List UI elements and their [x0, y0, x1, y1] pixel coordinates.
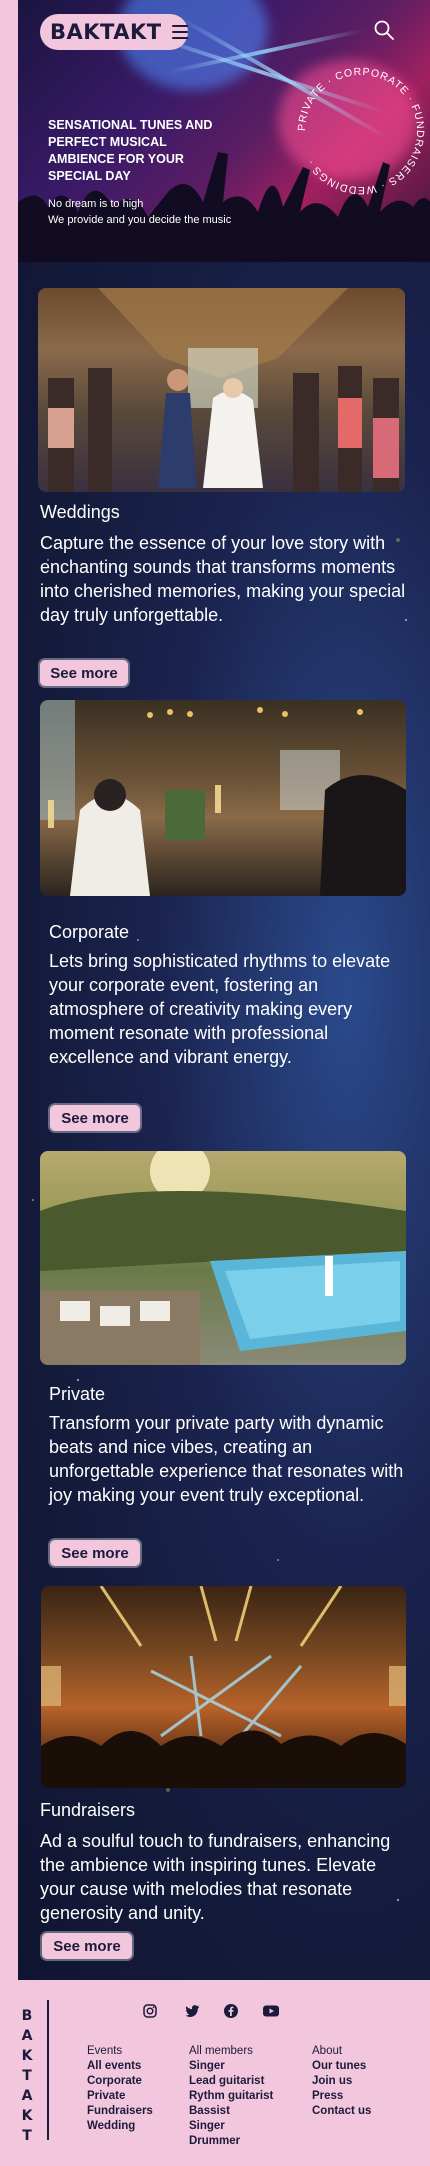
main-content: BAKTAKT SENSATIONAL TUNES AND PERFECT MU… [18, 0, 430, 1980]
weddings-image [38, 288, 405, 492]
brand-wordmark[interactable]: BAKTAKT [50, 20, 162, 44]
instagram-icon[interactable] [142, 2003, 158, 2019]
svg-text:PRIVATE · CORPORATE · FUNDRAIS: PRIVATE · CORPORATE · FUNDRAISERS · WEDD… [296, 66, 426, 196]
footer-link[interactable]: Wedding [87, 2119, 153, 2134]
footer-link[interactable]: Bassist [189, 2104, 273, 2119]
footer-events-column: Events All events Corporate Private Fund… [87, 2044, 153, 2134]
vertical-logo-letter: B [21, 2008, 33, 2024]
section-title-weddings: Weddings [40, 502, 120, 522]
facebook-icon[interactable] [223, 2003, 239, 2019]
footer-about-column: About Our tunes Join us Press Contact us [312, 2044, 371, 2119]
ring-text-path: PRIVATE · CORPORATE · FUNDRAISERS · WEDD… [296, 66, 425, 196]
footer-link[interactable]: All events [87, 2059, 153, 2074]
wedding-scene-illustration [48, 288, 399, 492]
vertical-logo-letter: K [21, 2108, 33, 2124]
footer-link[interactable]: Contact us [312, 2104, 371, 2119]
vertical-logo-letter: A [21, 2028, 33, 2044]
search-icon[interactable] [372, 18, 396, 42]
footer-members-column: All members Singer Lead guitarist Rythm … [189, 2044, 273, 2149]
footer-members-heading: All members [189, 2045, 253, 2057]
corporate-image [40, 700, 406, 896]
vertical-logo-letter: T [22, 2128, 32, 2144]
vertical-logo: B A K T A K T [18, 2008, 36, 2144]
footer-link[interactable]: Singer [189, 2059, 273, 2074]
section-body-weddings: Capture the essence of your love story w… [40, 533, 406, 625]
see-more-fundraisers-button[interactable]: See more [42, 1933, 132, 1959]
footer-link[interactable]: Press [312, 2089, 371, 2104]
see-more-weddings-button[interactable]: See more [40, 660, 128, 686]
footer-link[interactable]: Our tunes [312, 2059, 371, 2074]
see-more-private-button[interactable]: See more [50, 1540, 140, 1566]
hero-headline: SENSATIONAL TUNES AND PERFECT MUSICAL AM… [48, 118, 213, 183]
youtube-icon[interactable] [262, 2003, 280, 2019]
private-image [40, 1151, 406, 1365]
section-title-corporate: Corporate [49, 922, 130, 942]
vertical-logo-letter: K [21, 2048, 33, 2064]
footer-link[interactable]: Singer [189, 2119, 273, 2134]
corporate-scene-illustration [40, 700, 406, 896]
section-body-fundraisers: Ad a soulful touch to fundraisers, enhan… [40, 1831, 391, 1923]
footer-link[interactable]: Join us [312, 2074, 371, 2089]
logo-menu-pill[interactable]: BAKTAKT [40, 14, 188, 50]
footer-events-heading: Events [87, 2045, 123, 2057]
vertical-logo-letter: A [21, 2088, 33, 2104]
footer-link[interactable]: Corporate [87, 2074, 153, 2089]
footer-link[interactable]: Rythm guitarist [189, 2089, 273, 2104]
footer-divider [47, 2000, 49, 2140]
section-body-corporate: Lets bring sophisticated rhythms to elev… [49, 951, 391, 1067]
footer-about-heading: About [312, 2045, 343, 2057]
page: BAKTAKT SENSATIONAL TUNES AND PERFECT MU… [0, 0, 430, 2166]
section-title-fundraisers: Fundraisers [40, 1800, 136, 1820]
hero-subtext-line: No dream is to high [48, 198, 144, 210]
fundraisers-image [41, 1586, 406, 1788]
hero-subtext: No dream is to high We provide and you d… [48, 196, 231, 228]
hero-banner: BAKTAKT SENSATIONAL TUNES AND PERFECT MU… [18, 0, 430, 262]
left-pink-strip [0, 0, 18, 1980]
section-title-private: Private [49, 1384, 106, 1404]
footer-link[interactable]: Private [87, 2089, 153, 2104]
hero-subtext-line: We provide and you decide the music [48, 214, 232, 226]
footer-link[interactable]: Lead guitarist [189, 2074, 273, 2089]
see-more-corporate-button[interactable]: See more [50, 1105, 140, 1131]
section-body-private: Transform your private party with dynami… [49, 1413, 404, 1505]
vertical-logo-letter: T [22, 2068, 32, 2084]
footer-link[interactable]: Fundraisers [87, 2104, 153, 2119]
private-scene-illustration [40, 1151, 406, 1365]
footer-link[interactable]: Drummer [189, 2134, 273, 2149]
services-ring-text: PRIVATE · CORPORATE · FUNDRAISERS · WEDD… [296, 66, 426, 196]
hamburger-menu-icon[interactable] [171, 25, 188, 39]
fundraisers-scene-illustration [41, 1586, 406, 1788]
twitter-icon[interactable] [184, 2003, 200, 2019]
